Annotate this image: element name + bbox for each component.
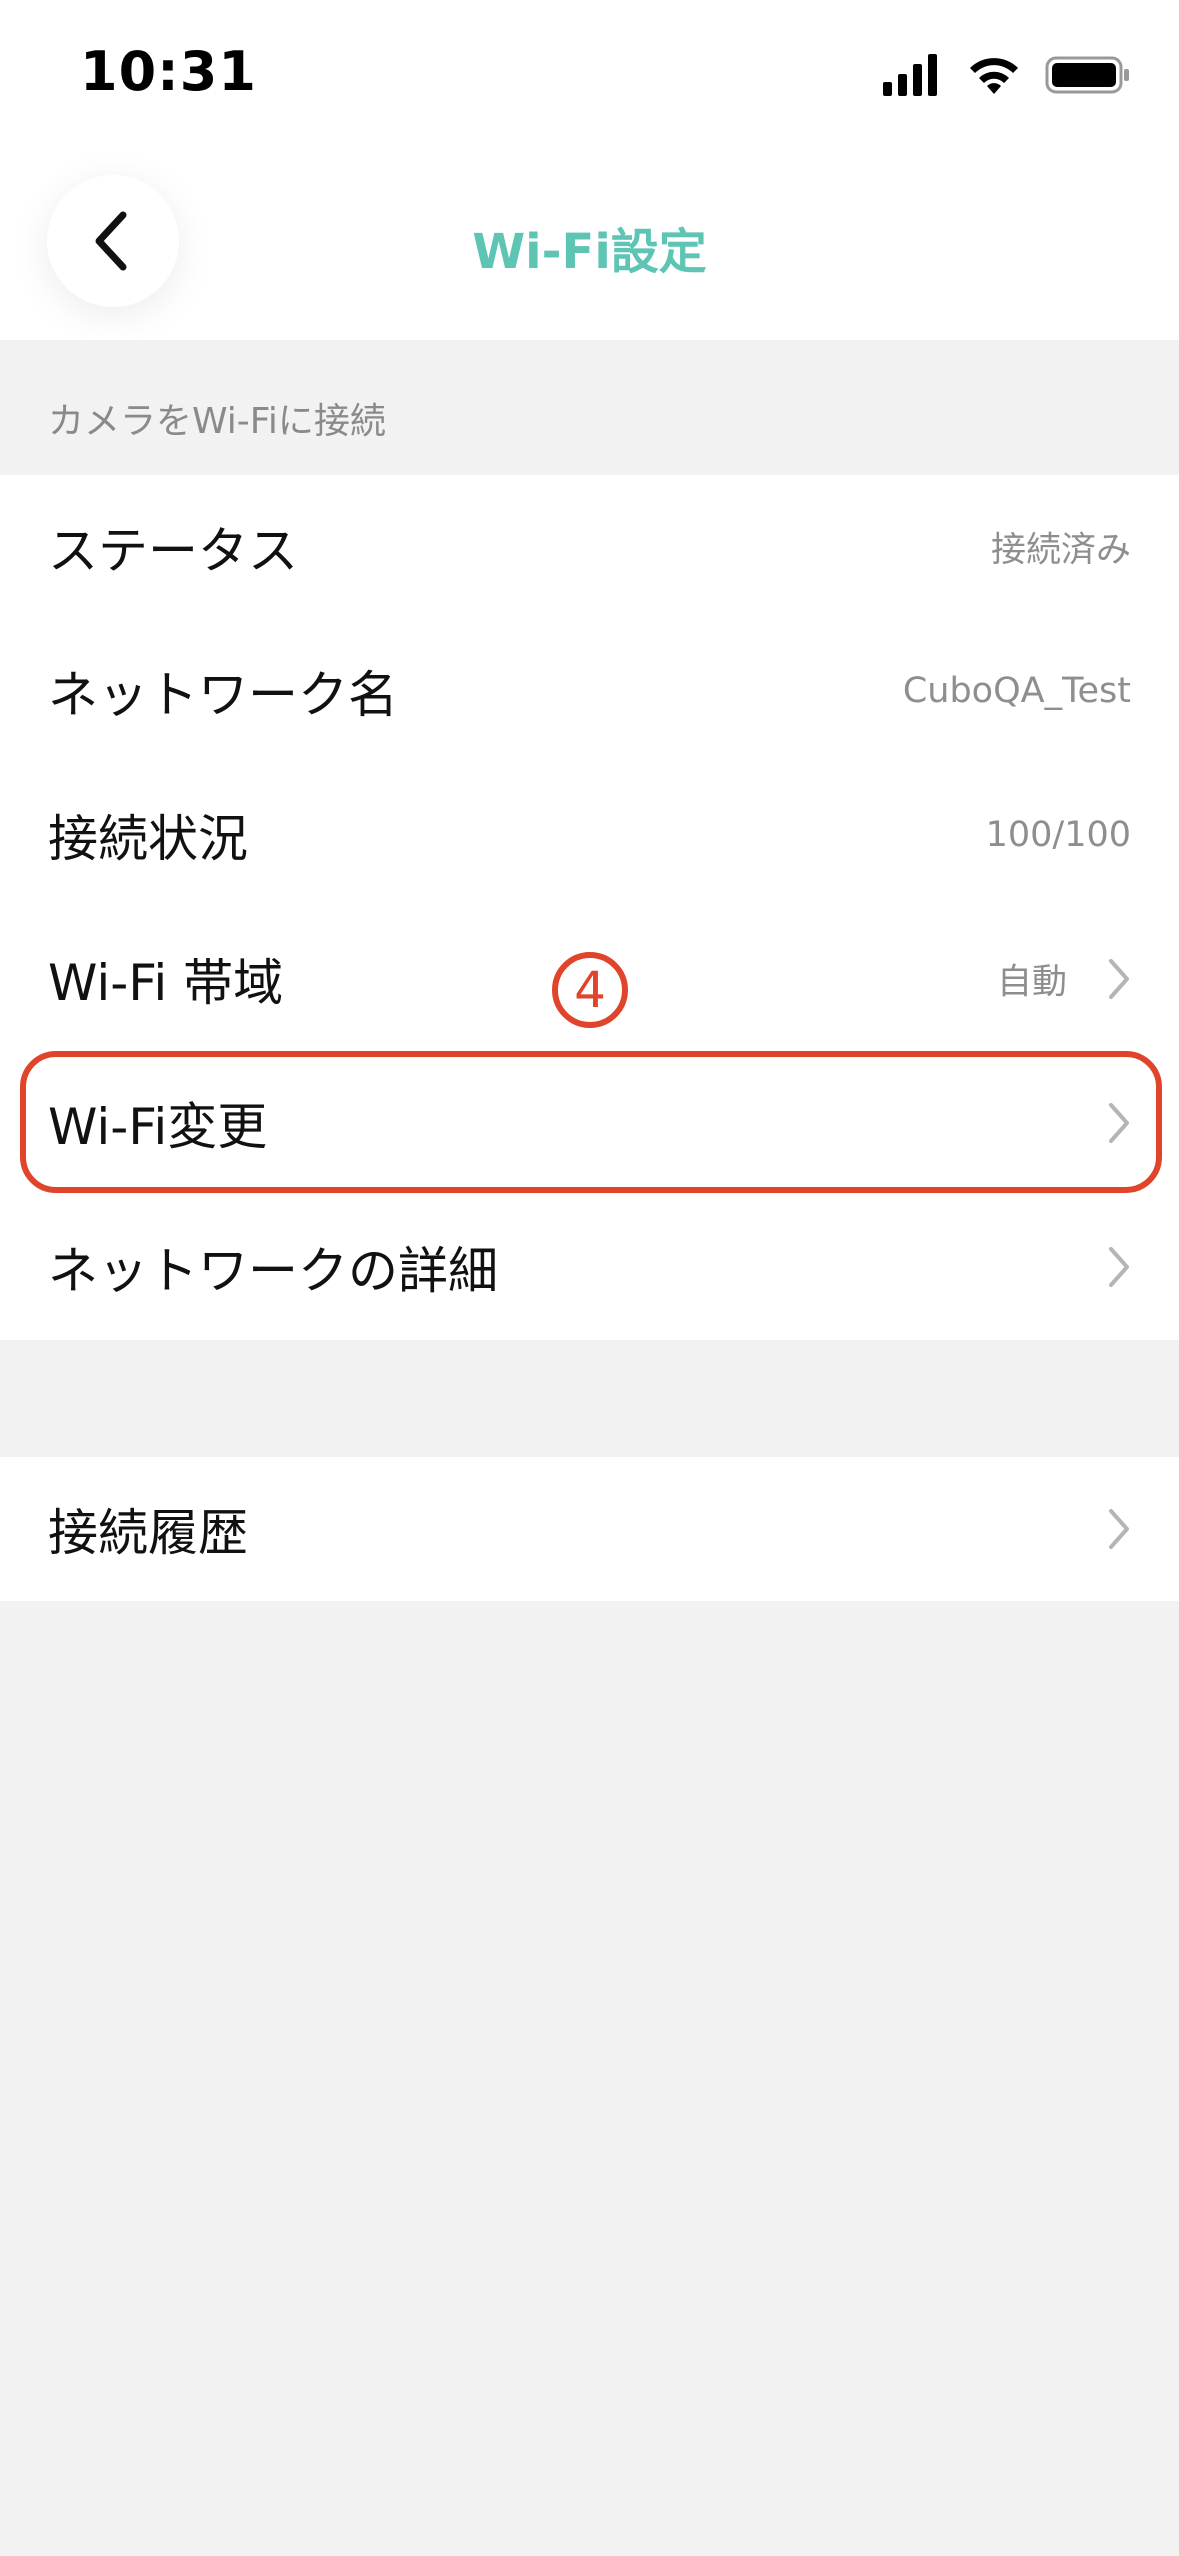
annotation-highlight-box [20,1051,1162,1193]
row-value: CuboQA_Test [902,671,1131,711]
row-value: 自動 [996,962,1067,1003]
row-network-details[interactable]: ネットワークの詳細 [0,1195,1179,1339]
row-label: ネットワークの詳細 [48,1242,498,1300]
row-label: 接続状況 [48,810,248,868]
cellular-signal-icon [881,52,941,102]
history-list: 接続履歴 [0,1457,1179,1601]
row-label: ネットワーク名 [48,666,398,724]
nav-bar: Wi-Fi設定 [0,150,1179,340]
chevron-right-icon [1109,959,1129,999]
status-bar: 10:31 [0,0,1179,150]
status-time: 10:31 [80,40,257,103]
row-label: Wi-Fi 帯域 [48,954,284,1012]
row-connection-quality: 接続状況 100/100 [0,763,1179,907]
settings-list: ステータス 接続済み ネットワーク名 CuboQA_Test 接続状況 100/… [0,475,1179,1340]
chevron-right-icon [1109,1247,1129,1287]
row-value: 100/100 [985,815,1131,855]
battery-icon [1045,52,1131,102]
page-title: Wi-Fi設定 [472,224,707,280]
row-label: 接続履歴 [48,1504,248,1562]
row-network-name: ネットワーク名 CuboQA_Test [0,619,1179,763]
section-header: カメラをWi-Fiに接続 [48,401,386,442]
annotation-step-number: 4 [552,952,628,1028]
row-connection-history[interactable]: 接続履歴 [0,1457,1179,1601]
row-label: ステータス [48,522,298,580]
row-status: ステータス 接続済み [0,475,1179,619]
row-value: 接続済み [990,530,1131,571]
status-icons [881,52,1131,100]
chevron-right-icon [1109,1509,1129,1549]
wifi-icon [965,52,1023,102]
